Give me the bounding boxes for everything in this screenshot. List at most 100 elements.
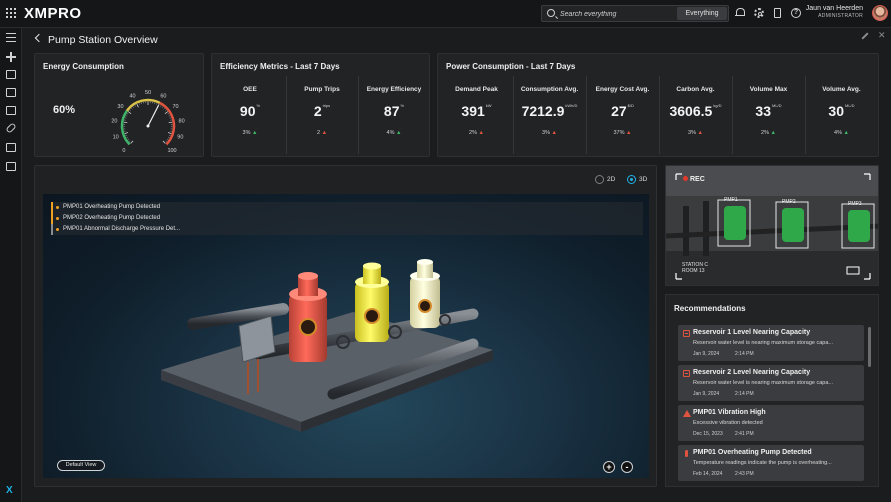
pump-pmp03[interactable]	[410, 259, 440, 328]
metric-pump-trips: Pump Trips 2trips 2 ▲	[286, 86, 358, 136]
menu-icon[interactable]	[6, 33, 16, 42]
metric-value: 30ML/D	[805, 103, 878, 119]
energy-gauge: 0 10 20 30 40 50 60 70 80 90 100	[111, 90, 184, 154]
edit-icon[interactable]	[861, 32, 869, 40]
recommendations-scrollbar[interactable]	[868, 327, 871, 367]
metric-delta: 3% ▲	[214, 130, 286, 136]
metric-label: Volume Max	[749, 86, 788, 93]
metric-delta: 2% ▲	[440, 130, 513, 136]
alert-item[interactable]: PMP01 Abnormal Discharge Pressure Det...	[51, 224, 643, 235]
recommendation-date: Jan 9, 2024	[693, 391, 720, 397]
gauge-tick	[169, 134, 171, 136]
image-icon[interactable]	[6, 106, 16, 115]
trend-up-icon: ▲	[478, 130, 484, 136]
brand-x-icon[interactable]: X	[6, 485, 13, 496]
page-title: Pump Station Overview	[48, 34, 158, 46]
recommendation-item[interactable]: PMP01 Vibration High Excessive vibration …	[678, 405, 864, 441]
gear-icon[interactable]	[754, 8, 764, 18]
power-consumption-title: Power Consumption - Last 7 Days	[446, 62, 576, 71]
3d-scene[interactable]: PMP01 Overheating Pump Detected PMP02 Ove…	[43, 194, 649, 478]
recommendation-item[interactable]: Reservoir 1 Level Nearing Capacity Reserv…	[678, 325, 864, 361]
gauge-tick	[167, 113, 170, 115]
gauge-tick	[165, 140, 168, 142]
bell-icon[interactable]	[735, 8, 745, 18]
gauge-tick	[166, 138, 169, 140]
recommendation-item[interactable]: PMP01 Overheating Pump Detected Temperatu…	[678, 445, 864, 481]
metric-unit: ML/D	[772, 103, 782, 108]
radio-3d-dot[interactable]	[627, 175, 636, 184]
metric-volume-max: Volume Max 33ML/D 2% ▲	[732, 86, 805, 136]
pump-station-model[interactable]	[43, 194, 649, 478]
help-icon[interactable]: ?	[791, 8, 801, 18]
metric-number: 87	[383, 103, 400, 119]
radio-2d-dot[interactable]	[595, 175, 604, 184]
recommendation-time: 2:41 PM	[735, 431, 754, 437]
metric-delta-value: 3%	[542, 130, 550, 136]
metric-divider	[732, 76, 733, 154]
mobile-icon[interactable]	[774, 8, 781, 18]
trend-up-icon: ▲	[252, 130, 258, 136]
gauge-tick	[162, 140, 166, 144]
zoom-in-button[interactable]: +	[603, 461, 615, 473]
energy-consumption-title: Energy Consumption	[43, 62, 124, 71]
metric-unit: %	[400, 103, 405, 108]
close-icon[interactable]: ✕	[878, 30, 886, 41]
table-icon[interactable]	[6, 162, 16, 171]
gauge-tick	[124, 117, 127, 119]
metric-value: 90%	[214, 103, 286, 119]
search-bar[interactable]: Everything	[541, 5, 729, 22]
mode-2d-radio[interactable]: 2D	[595, 175, 615, 184]
recommendation-item[interactable]: Reservoir 2 Level Nearing Capacity Reserv…	[678, 365, 864, 401]
search-input[interactable]	[560, 8, 670, 20]
pump-pmp02[interactable]	[355, 262, 389, 343]
user-info[interactable]: Jaun van Heerden ADMINISTRATOR	[806, 5, 863, 19]
efficiency-metrics-title: Efficiency Metrics - Last 7 Days	[220, 62, 340, 71]
dashboard-icon[interactable]	[6, 70, 16, 79]
metric-unit: kg/D	[713, 103, 722, 108]
default-view-button[interactable]: Default View	[57, 460, 105, 471]
power-consumption-card: Power Consumption - Last 7 Days Demand P…	[437, 53, 879, 157]
mode-3d-radio[interactable]: 3D	[627, 175, 647, 184]
gauge-tick-label: 70	[172, 104, 178, 110]
gauge-tick	[167, 132, 172, 134]
recommendation-time: 2:43 PM	[735, 471, 754, 477]
trend-up-icon: ▲	[697, 130, 703, 136]
gauge-tick-label: 90	[177, 135, 183, 141]
database-icon[interactable]	[6, 143, 16, 152]
gauge-tick	[161, 106, 164, 108]
metric-unit: kW	[485, 103, 492, 108]
top-bar: XMPRO Everything ? Jaun van Heerden ADMI…	[0, 0, 891, 28]
app-launcher-icon[interactable]	[6, 8, 16, 18]
metric-label: Energy Efficiency	[366, 86, 422, 93]
camera-pump-label: PMP1	[724, 197, 738, 203]
metric-label: Demand Peak	[455, 86, 498, 93]
pump-pmp01[interactable]	[289, 272, 327, 362]
energy-consumption-card: Energy Consumption 60% 0 10 20 30 40 50 60 70 80…	[34, 53, 204, 157]
gauge-tick	[127, 138, 130, 140]
metric-delta: 3% ▲	[513, 130, 586, 136]
search-scope-button[interactable]: Everything	[677, 7, 727, 20]
pump-3d-viewer: 2D 3D PMP01 Overheating Pump Detected PM…	[34, 165, 657, 487]
metric-divider	[659, 76, 660, 154]
logo[interactable]: XMPRO	[24, 5, 82, 22]
link-icon[interactable]	[5, 122, 17, 134]
gauge-tick	[168, 136, 170, 138]
alert-text: PMP01 Overheating Pump Detected	[63, 204, 161, 210]
camera-feed[interactable]: REC PMP1 PMP2 PMP3 STATION C ROOM 13	[665, 165, 879, 286]
alert-item[interactable]: PMP02 Overheating Pump Detected	[51, 213, 643, 224]
gauge-tick-label: 20	[111, 119, 117, 125]
camera-pump-label: PMP2	[782, 199, 796, 205]
back-icon[interactable]	[34, 33, 44, 43]
gauge-tick-label: 50	[145, 90, 151, 96]
gauge-tick	[168, 121, 173, 124]
plus-icon[interactable]	[6, 52, 16, 62]
trend-up-icon: ▲	[321, 130, 328, 136]
document-icon[interactable]	[6, 88, 16, 97]
metric-divider	[513, 76, 514, 154]
zoom-out-button[interactable]: -	[621, 461, 633, 473]
avatar[interactable]	[872, 5, 888, 21]
gauge-tick	[129, 109, 131, 111]
metric-label: Pump Trips	[304, 86, 340, 93]
gauge-tick-label: 60	[160, 94, 166, 100]
alert-item[interactable]: PMP01 Overheating Pump Detected	[51, 202, 643, 213]
